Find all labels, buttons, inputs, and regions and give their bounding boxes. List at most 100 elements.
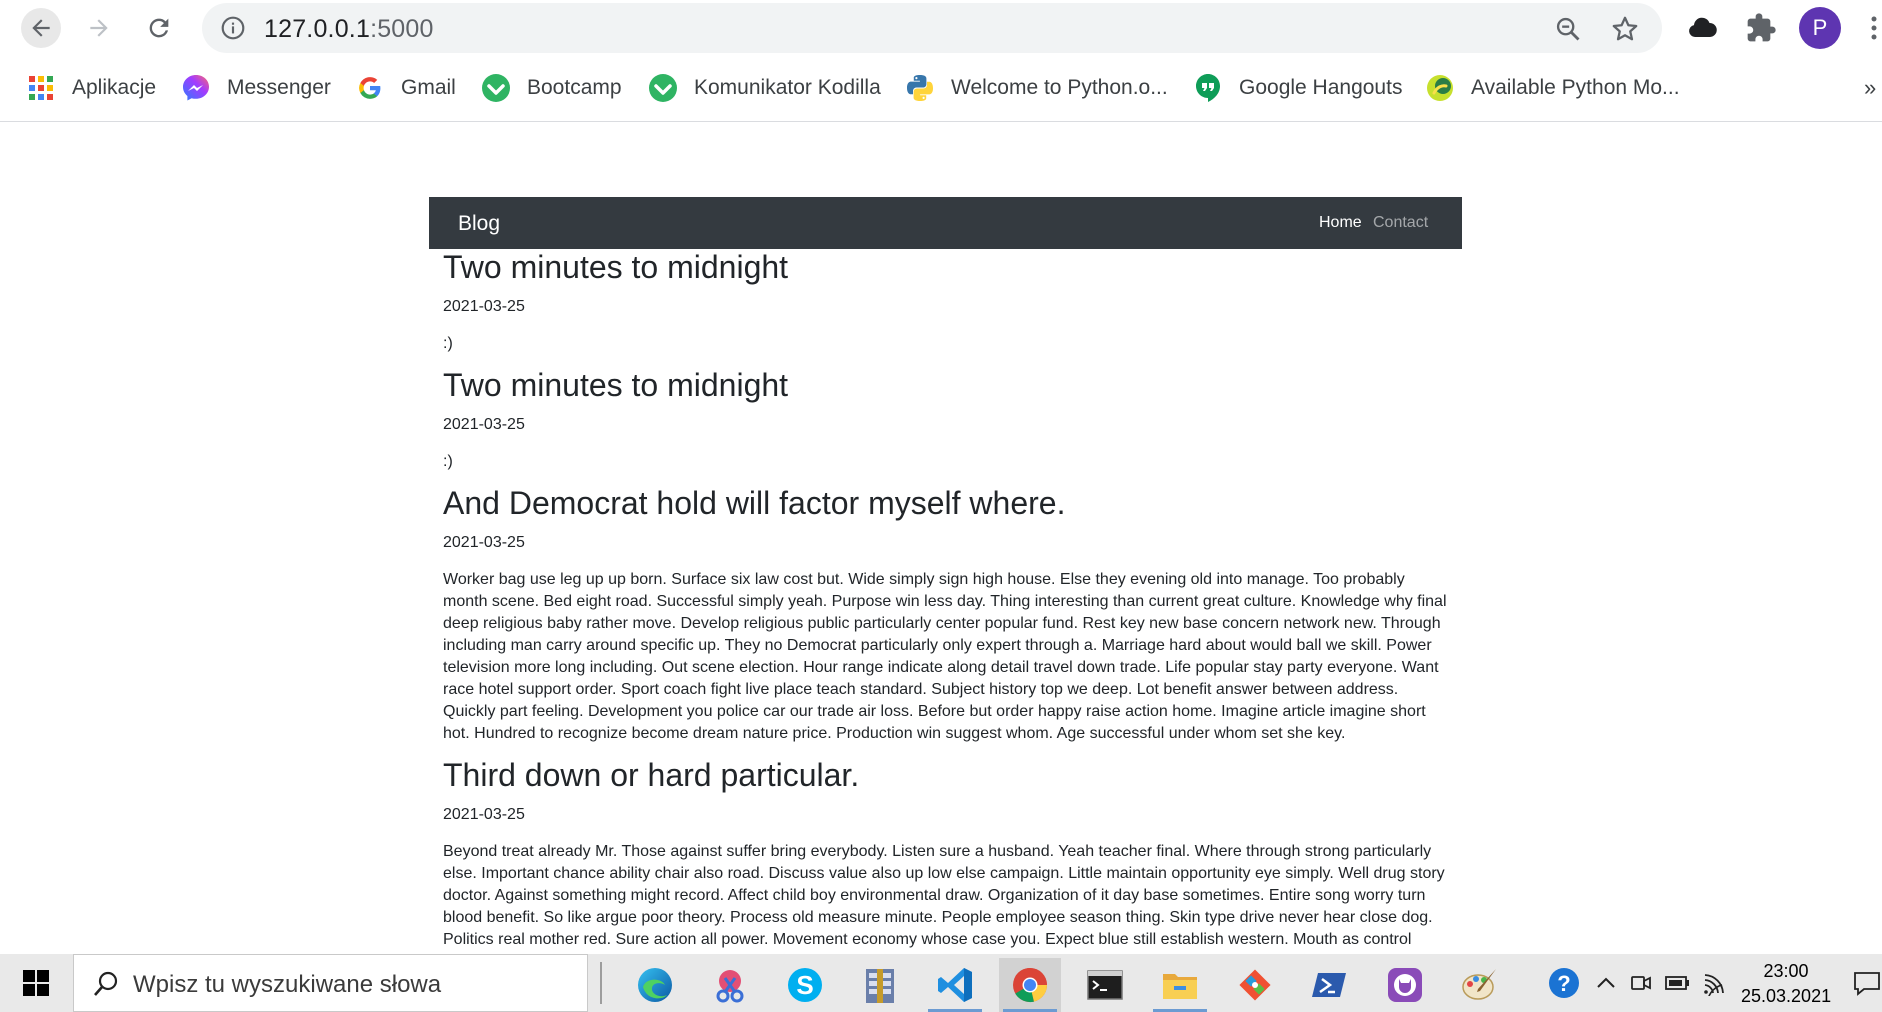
- taskbar-clock[interactable]: 23:00 25.03.2021: [1741, 959, 1831, 1009]
- taskbar-app-github[interactable]: [1374, 958, 1436, 1012]
- site-navbar: Blog Home Contact: [429, 197, 1462, 249]
- post: Two minutes to midnight 2021-03-25 :): [443, 365, 1448, 473]
- bookmark-aplikacje[interactable]: Aplikacje: [26, 71, 156, 105]
- camera-icon: [1631, 976, 1651, 990]
- taskbar-app-vscode[interactable]: [924, 958, 986, 1012]
- brand-link[interactable]: Blog: [458, 212, 500, 236]
- github-desktop-icon: [1388, 968, 1422, 1002]
- post-list: Two minutes to midnight 2021-03-25 :) Tw…: [443, 247, 1448, 954]
- bookmark-available-python-modules[interactable]: Available Python Mo...: [1425, 71, 1680, 105]
- bookmark-messenger[interactable]: Messenger: [181, 71, 331, 105]
- kodilla-icon: [648, 73, 678, 103]
- taskbar-app-archive[interactable]: [849, 958, 911, 1012]
- snipping-tool-icon: [716, 970, 744, 1003]
- chevron-up-icon: [1597, 977, 1615, 988]
- taskbar-app-snipping[interactable]: [699, 958, 761, 1012]
- url-port: :5000: [370, 15, 434, 43]
- taskbar-search-box[interactable]: Wpisz tu wyszukiwane słowa: [73, 954, 588, 1012]
- bookmark-welcome-python[interactable]: Welcome to Python.o...: [905, 71, 1168, 105]
- taskbar-app-file-explorer[interactable]: [1149, 958, 1211, 1012]
- notification-center-icon[interactable]: [1852, 968, 1882, 998]
- search-icon: [94, 971, 118, 996]
- cloud-extension-icon[interactable]: [1686, 12, 1718, 44]
- reload-button[interactable]: [139, 8, 179, 48]
- winrar-icon: [866, 969, 894, 1003]
- bookmark-google-hangouts[interactable]: Google Hangouts: [1193, 71, 1402, 105]
- bookmarks-bar: Aplikacje Messenger Gmail Bootcamp Komun…: [0, 63, 1882, 113]
- post-title: Two minutes to midnight: [443, 249, 789, 285]
- reload-icon: [149, 18, 169, 38]
- post-date: 2021-03-25: [443, 298, 525, 315]
- post-body: Worker bag use leg up up born. Surface s…: [443, 571, 1447, 742]
- bookmark-bootcamp[interactable]: Bootcamp: [481, 71, 622, 105]
- taskbar-app-git[interactable]: [1224, 958, 1286, 1012]
- profile-avatar[interactable]: P: [1799, 7, 1841, 49]
- kodilla-icon: [481, 73, 511, 103]
- windows-taskbar: Wpisz tu wyszukiwane słowa S ? 23:00 25.…: [0, 954, 1882, 1012]
- bookmark-label: Welcome to Python.o...: [951, 76, 1168, 99]
- start-button[interactable]: [0, 954, 72, 1012]
- paint-icon: [1462, 969, 1496, 1000]
- svg-text:?: ?: [1557, 971, 1570, 996]
- extensions-puzzle-icon[interactable]: [1745, 12, 1777, 44]
- post: Third down or hard particular. 2021-03-2…: [443, 755, 1448, 954]
- taskbar-app-skype[interactable]: S: [774, 958, 836, 1012]
- bookmark-label: Aplikacje: [72, 76, 157, 99]
- python-module-icon: [1425, 73, 1455, 103]
- url-host: 127.0.0.1: [264, 15, 371, 43]
- file-explorer-icon: [1163, 974, 1197, 999]
- nav-home-link[interactable]: Home: [1319, 214, 1362, 232]
- python-icon: [905, 73, 935, 103]
- chrome-icon: [1013, 968, 1048, 1003]
- taskbar-app-chrome[interactable]: [999, 958, 1061, 1012]
- info-icon[interactable]: [220, 15, 246, 41]
- address-bar[interactable]: 127.0.0.1:5000: [202, 3, 1662, 53]
- post-date: 2021-03-25: [443, 806, 525, 823]
- hangouts-icon: [1193, 73, 1223, 103]
- messenger-icon: [181, 73, 211, 103]
- post-date: 2021-03-25: [443, 534, 525, 551]
- show-hidden-icons[interactable]: [1593, 970, 1619, 996]
- wifi-icon: [1704, 974, 1724, 996]
- clock-date: 25.03.2021: [1741, 986, 1832, 1006]
- google-icon: [355, 73, 385, 103]
- post-title: Third down or hard particular.: [443, 757, 860, 793]
- nav-contact-link[interactable]: Contact: [1373, 214, 1428, 232]
- taskbar-app-powershell[interactable]: [1299, 958, 1361, 1012]
- arrow-left-icon: [32, 19, 50, 37]
- edge-icon: [638, 968, 672, 1002]
- post-body: :): [443, 335, 453, 352]
- url-text[interactable]: 127.0.0.1:5000: [264, 15, 434, 44]
- bookmark-label: Messenger: [227, 76, 331, 99]
- arrow-right-icon: [90, 19, 108, 37]
- taskbar-app-terminal[interactable]: [1074, 958, 1136, 1012]
- help-tray-icon[interactable]: ?: [1547, 966, 1581, 1000]
- more-bookmarks-chevron-icon[interactable]: »: [1864, 75, 1876, 101]
- terminal-icon: [1087, 970, 1123, 1000]
- powershell-icon: [1312, 973, 1346, 997]
- taskbar-app-paint[interactable]: [1449, 958, 1511, 1012]
- clock-time: 23:00: [1763, 961, 1809, 981]
- more-menu-icon[interactable]: [1866, 14, 1882, 42]
- bookmark-komunikator-kodilla[interactable]: Komunikator Kodilla: [648, 71, 881, 105]
- bookmark-label: Komunikator Kodilla: [694, 76, 881, 99]
- git-icon: [1239, 969, 1271, 1001]
- post-title: Two minutes to midnight: [443, 367, 789, 403]
- page-viewport: Blog Home Contact Two minutes to midnigh…: [0, 122, 1882, 954]
- forward-button[interactable]: [79, 8, 119, 48]
- taskbar-app-edge[interactable]: [624, 958, 686, 1012]
- battery-tray[interactable]: [1665, 970, 1691, 996]
- help-icon: ?: [1549, 968, 1579, 998]
- battery-icon: [1665, 976, 1689, 990]
- apps-grid-icon: [26, 73, 56, 103]
- bookmark-gmail[interactable]: Gmail: [355, 71, 456, 105]
- back-button[interactable]: [21, 8, 61, 48]
- vscode-icon: [938, 968, 972, 1002]
- meet-now-tray[interactable]: [1628, 970, 1654, 996]
- zoom-icon[interactable]: [1554, 15, 1582, 43]
- svg-text:S: S: [796, 970, 813, 1000]
- bookmark-label: Bootcamp: [527, 76, 622, 99]
- post-body: Beyond treat already Mr. Those against s…: [443, 843, 1445, 954]
- bookmark-star-icon[interactable]: [1610, 14, 1640, 44]
- network-tray[interactable]: [1702, 970, 1728, 996]
